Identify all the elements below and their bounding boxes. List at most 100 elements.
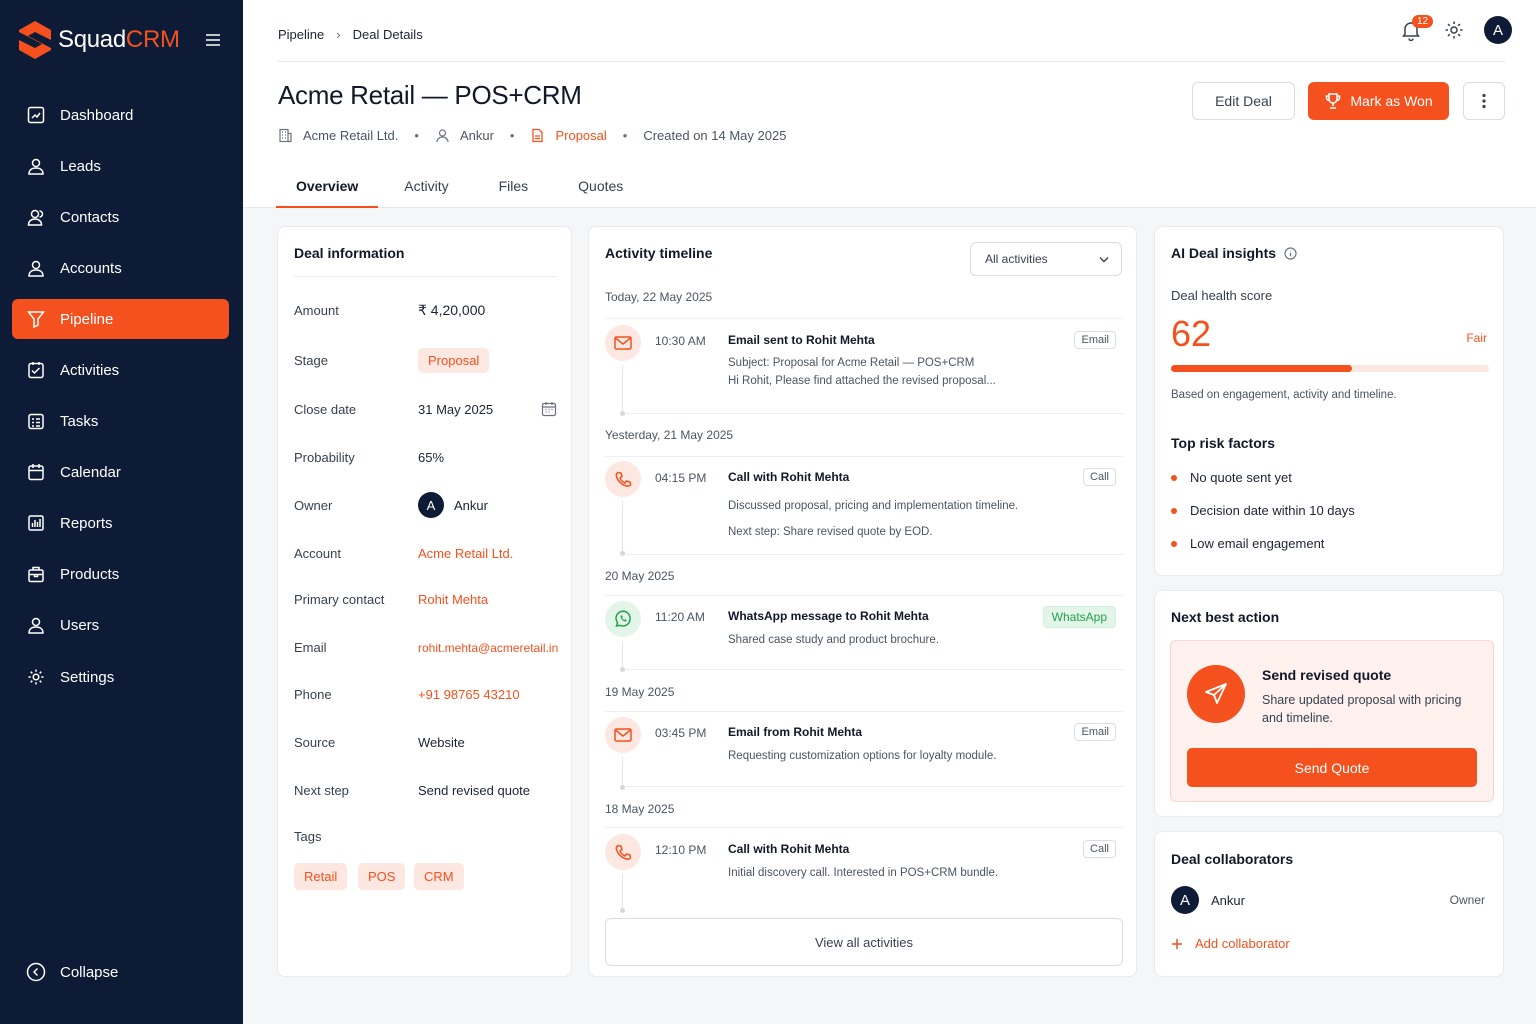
send-icon <box>1187 665 1245 723</box>
collapse-button[interactable]: Collapse <box>26 962 118 982</box>
sidebar-item-label: Users <box>60 616 100 634</box>
sidebar-item-activities[interactable]: Activities <box>12 350 229 390</box>
phone-icon <box>605 461 641 497</box>
sidebar-item-tasks[interactable]: Tasks <box>12 401 229 441</box>
sidebar-item-accounts[interactable]: Accounts <box>12 248 229 288</box>
more-options-button[interactable] <box>1463 82 1505 120</box>
next-best-action-card: Next best action Send revised quote Shar… <box>1154 590 1504 817</box>
sidebar-item-pipeline[interactable]: Pipeline <box>12 299 229 339</box>
menu-toggle-icon[interactable] <box>204 32 222 48</box>
chevron-left-circle-icon <box>26 962 46 982</box>
sidebar-item-products[interactable]: Products <box>12 554 229 594</box>
timeline-date: Yesterday, 21 May 2025 <box>605 428 734 442</box>
filter-icon <box>26 309 46 329</box>
user-icon <box>26 258 46 278</box>
sidebar-item-settings[interactable]: Settings <box>12 657 229 697</box>
activity-time: 04:15 PM <box>655 471 707 485</box>
activity-details: Requesting customization options for loy… <box>728 750 997 762</box>
activity-time: 03:45 PM <box>655 726 707 740</box>
tag-pos[interactable]: POS <box>358 863 406 890</box>
calendar-icon <box>26 462 46 482</box>
info-row-source: Source Website <box>294 735 465 750</box>
activity-type-badge: Call <box>1083 840 1116 858</box>
health-score-fill <box>1171 365 1353 372</box>
health-score-label: Deal health score <box>1171 288 1273 303</box>
email-link[interactable]: rohit.mehta@acmeretail.in <box>418 641 558 655</box>
user-avatar[interactable]: A <box>1484 16 1512 44</box>
app-logo[interactable]: SquadCRM <box>18 20 180 60</box>
stage-badge: Proposal <box>418 348 490 373</box>
info-row-phone: Phone +91 98765 43210 <box>294 687 520 702</box>
calendar-icon[interactable] <box>541 401 557 417</box>
activity-title[interactable]: Call with Rohit Mehta <box>728 842 849 856</box>
activity-filter-select[interactable]: All activities <box>970 242 1122 276</box>
email-icon <box>605 717 641 753</box>
email-icon <box>605 325 641 361</box>
activity-title[interactable]: Call with Rohit Mehta <box>728 470 849 484</box>
activity-title[interactable]: Email from Rohit Mehta <box>728 725 862 739</box>
whatsapp-icon <box>605 601 641 637</box>
card-title: Deal collaborators <box>1171 851 1294 867</box>
activity-title[interactable]: Email sent to Rohit Mehta <box>728 333 875 347</box>
tab-quotes[interactable]: Quotes <box>548 170 643 208</box>
view-all-activities-button[interactable]: View all activities <box>605 918 1123 966</box>
divider <box>294 276 557 277</box>
deal-stage[interactable]: Proposal <box>530 128 607 143</box>
page-title: Acme Retail — POS+CRM <box>278 80 582 110</box>
info-row-email: Email rohit.mehta@acmeretail.in <box>294 640 559 655</box>
reports-icon <box>26 513 46 533</box>
info-row-next-step: Next step Send revised quote <box>294 783 531 798</box>
header-actions: 12 A <box>1400 15 1512 44</box>
notifications-button[interactable]: 12 <box>1400 15 1434 41</box>
sidebar-item-label: Contacts <box>60 208 120 226</box>
add-collaborator-button[interactable]: Add collaborator <box>1171 936 1290 951</box>
sidebar-item-reports[interactable]: Reports <box>12 503 229 543</box>
activity-type-badge: Email <box>1074 331 1116 349</box>
tag-retail[interactable]: Retail <box>294 863 348 890</box>
sidebar-item-calendar[interactable]: Calendar <box>12 452 229 492</box>
info-row-stage: Stage Proposal <box>294 348 490 373</box>
breadcrumb-pipeline[interactable]: Pipeline <box>278 27 324 42</box>
timeline-date: 20 May 2025 <box>605 569 675 583</box>
collaborator-role: Owner <box>1449 893 1485 907</box>
sidebar-item-label: Activities <box>60 361 120 379</box>
health-score-value: 62 <box>1171 313 1212 354</box>
info-row-tags: Tags <box>294 829 322 844</box>
activity-type-badge: Email <box>1074 723 1116 741</box>
next-action-box: Send revised quote Share updated proposa… <box>1170 640 1494 802</box>
send-quote-button[interactable]: Send Quote <box>1187 748 1477 787</box>
activity-timeline-card: Activity timeline All activities Today, … <box>588 226 1137 977</box>
activity-details: Discussed proposal, pricing and implemen… <box>728 500 1019 538</box>
building-icon <box>279 128 292 143</box>
risk-factors-title: Top risk factors <box>1171 435 1275 451</box>
activity-title[interactable]: WhatsApp message to Rohit Mehta <box>728 609 929 623</box>
timeline-date: 18 May 2025 <box>605 802 675 816</box>
info-icon[interactable] <box>1284 246 1297 260</box>
activity-time: 11:20 AM <box>655 610 705 624</box>
sidebar-item-users[interactable]: Users <box>12 605 229 645</box>
sidebar-item-label: Leads <box>60 157 101 175</box>
checklist-icon <box>26 360 46 380</box>
users-icon <box>26 615 46 635</box>
account-link[interactable]: Acme Retail Ltd. <box>418 546 513 561</box>
app-name: SquadCRM <box>58 26 180 53</box>
sidebar-item-dashboard[interactable]: Dashboard <box>12 95 229 135</box>
info-row-account: Account Acme Retail Ltd. <box>294 546 514 561</box>
tab-files[interactable]: Files <box>469 170 549 208</box>
deal-owner[interactable]: Ankur <box>435 128 494 143</box>
timeline-date: Today, 22 May 2025 <box>605 290 713 304</box>
contact-link[interactable]: Rohit Mehta <box>418 592 488 607</box>
card-title: Next best action <box>1171 609 1280 625</box>
tab-activity[interactable]: Activity <box>378 170 468 208</box>
trophy-icon <box>1326 93 1341 109</box>
tag-crm[interactable]: CRM <box>414 863 464 890</box>
settings-button[interactable] <box>1444 20 1464 40</box>
sidebar-item-label: Dashboard <box>60 106 134 124</box>
deal-company[interactable]: Acme Retail Ltd. <box>278 128 398 143</box>
sidebar-item-contacts[interactable]: Contacts <box>12 197 229 237</box>
sidebar-item-leads[interactable]: Leads <box>12 146 229 186</box>
phone-link[interactable]: +91 98765 43210 <box>418 687 520 702</box>
mark-as-won-button[interactable]: Mark as Won <box>1308 82 1449 120</box>
tab-overview[interactable]: Overview <box>276 170 379 208</box>
edit-deal-button[interactable]: Edit Deal <box>1192 82 1295 120</box>
